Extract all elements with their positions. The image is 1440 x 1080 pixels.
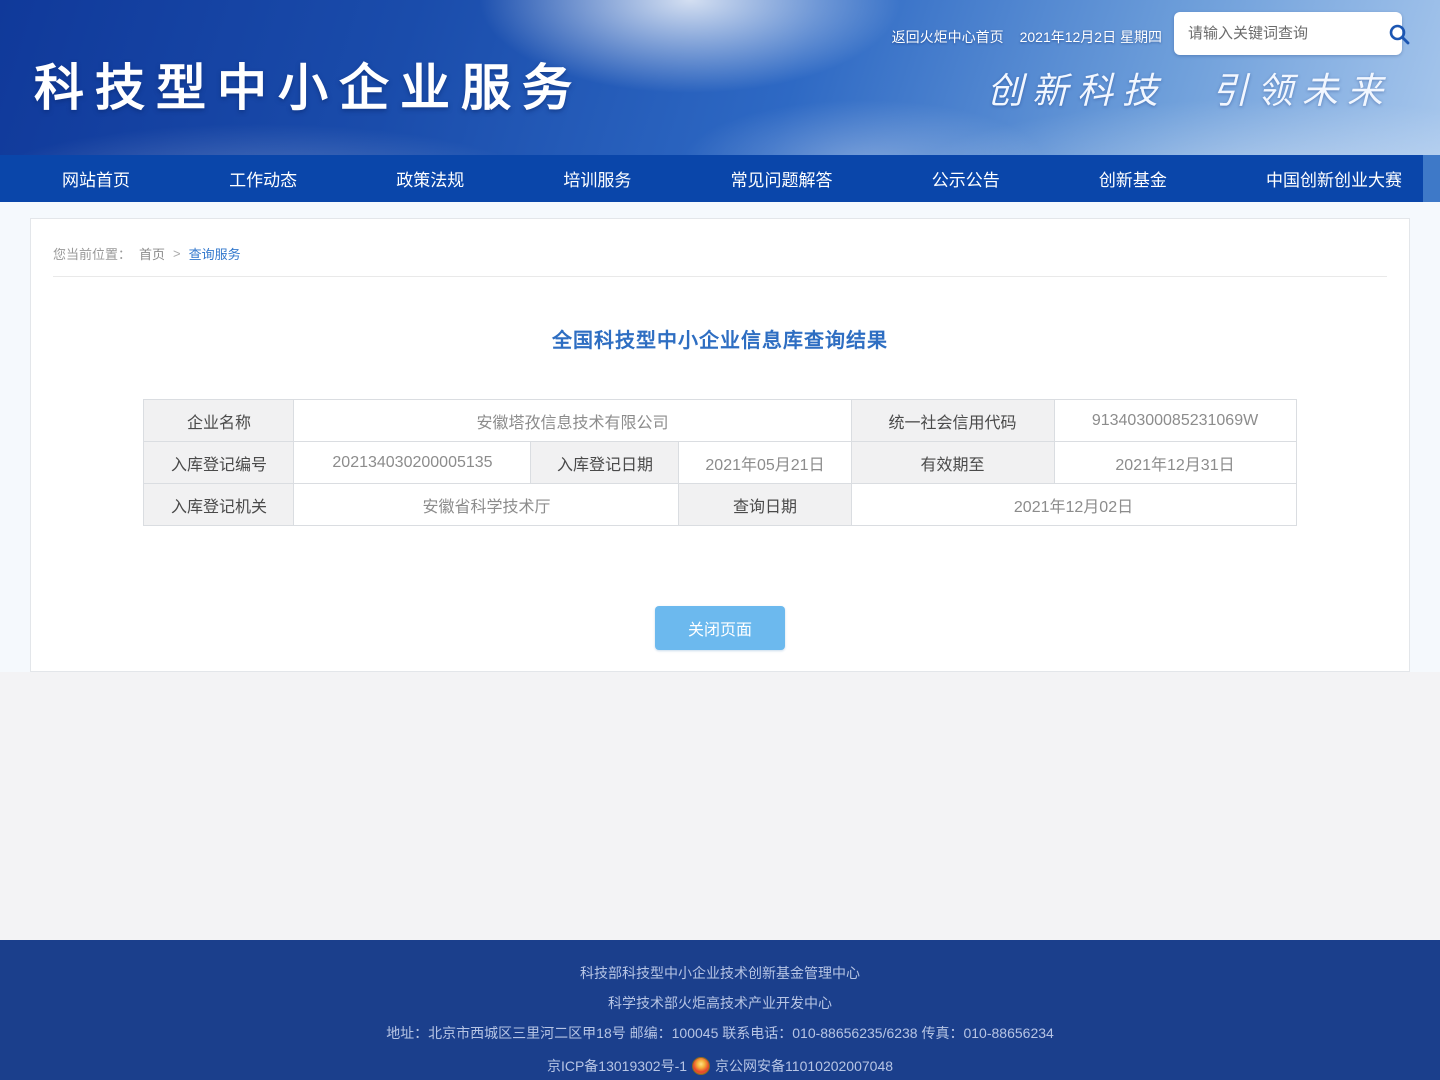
site-footer: 科技部科技型中小企业技术创新基金管理中心 科学技术部火炬高技术产业开发中心 地址…	[0, 940, 1440, 1080]
current-date-text: 2021年12月2日 星期四	[1020, 27, 1162, 47]
credit-code-label: 统一社会信用代码	[851, 400, 1054, 442]
police-badge-icon	[692, 1057, 710, 1075]
breadcrumb-separator: >	[173, 246, 181, 261]
nav-item-announcements[interactable]: 公示公告	[932, 166, 1000, 191]
icp-record-link[interactable]: 京ICP备13019302号-1	[547, 1056, 687, 1076]
breadcrumb-home-link[interactable]: 首页	[139, 244, 165, 263]
query-date-label: 查询日期	[679, 484, 851, 526]
site-slogan: 创新科技 引领未来	[987, 62, 1392, 114]
nav-item-policies[interactable]: 政策法规	[396, 166, 464, 191]
close-button-wrap: 关闭页面	[31, 606, 1409, 650]
valid-until-label: 有效期至	[851, 442, 1054, 484]
torch-center-home-link[interactable]: 返回火炬中心首页	[892, 27, 1004, 47]
page: 科技型中小企业服务 创新科技 引领未来 返回火炬中心首页 2021年12月2日 …	[0, 0, 1440, 1080]
result-table: 企业名称 安徽塔孜信息技术有限公司 统一社会信用代码 9134030008523…	[143, 399, 1296, 526]
table-row-authority: 入库登记机关 安徽省科学技术厅 查询日期 2021年12月02日	[144, 484, 1296, 526]
search-input[interactable]	[1188, 25, 1387, 42]
breadcrumb-prefix: 您当前位置：	[53, 244, 131, 263]
search-icon	[1387, 22, 1411, 46]
registration-authority-value: 安徽省科学技术厅	[294, 484, 679, 526]
search-button[interactable]	[1387, 20, 1411, 48]
company-name-label: 企业名称	[144, 400, 294, 442]
table-row-company: 企业名称 安徽塔孜信息技术有限公司 统一社会信用代码 9134030008523…	[144, 400, 1296, 442]
registration-date-label: 入库登记日期	[531, 442, 679, 484]
footer-org-line1: 科技部科技型中小企业技术创新基金管理中心	[0, 966, 1440, 980]
table-row-registration: 入库登记编号 202134030200005135 入库登记日期 2021年05…	[144, 442, 1296, 484]
nav-item-innovation-fund[interactable]: 创新基金	[1099, 166, 1167, 191]
footer-contact-line: 地址：北京市西城区三里河二区甲18号 邮编：100045 联系电话：010-88…	[0, 1026, 1440, 1040]
valid-until-value: 2021年12月31日	[1054, 442, 1296, 484]
page-body: 您当前位置： 首页 > 查询服务 全国科技型中小企业信息库查询结果 企业名称 安…	[0, 202, 1440, 940]
header-meta: 返回火炬中心首页 2021年12月2日 星期四	[892, 27, 1162, 47]
credit-code-value: 91340300085231069W	[1054, 400, 1296, 442]
nav-item-competition[interactable]: 中国创新创业大赛	[1266, 166, 1402, 191]
nav-item-faq[interactable]: 常见问题解答	[731, 166, 833, 191]
registration-number-label: 入库登记编号	[144, 442, 294, 484]
main-nav: 网站首页 工作动态 政策法规 培训服务 常见问题解答 公示公告 创新基金 中国创…	[0, 155, 1440, 202]
nav-item-training[interactable]: 培训服务	[563, 166, 631, 191]
registration-authority-label: 入库登记机关	[144, 484, 294, 526]
breadcrumb: 您当前位置： 首页 > 查询服务	[53, 219, 1387, 277]
nav-item-home[interactable]: 网站首页	[62, 166, 130, 191]
company-name-value: 安徽塔孜信息技术有限公司	[294, 400, 851, 442]
site-header: 科技型中小企业服务 创新科技 引领未来 返回火炬中心首页 2021年12月2日 …	[0, 0, 1440, 155]
nav-item-work-news[interactable]: 工作动态	[229, 166, 297, 191]
registration-number-value: 202134030200005135	[294, 442, 531, 484]
search-box	[1174, 12, 1402, 55]
result-title: 全国科技型中小企业信息库查询结果	[31, 324, 1409, 353]
breadcrumb-current-link[interactable]: 查询服务	[189, 244, 241, 263]
query-date-value: 2021年12月02日	[851, 484, 1296, 526]
close-page-button[interactable]: 关闭页面	[655, 606, 785, 650]
security-record-link[interactable]: 京公网安备11010202007048	[715, 1056, 893, 1076]
site-title: 科技型中小企业服务	[34, 48, 583, 120]
footer-record-line: 京ICP备13019302号-1 京公网安备11010202007048	[0, 1056, 1440, 1076]
footer-org-line2: 科学技术部火炬高技术产业开发中心	[0, 996, 1440, 1010]
content-panel: 您当前位置： 首页 > 查询服务 全国科技型中小企业信息库查询结果 企业名称 安…	[30, 218, 1410, 672]
registration-date-value: 2021年05月21日	[679, 442, 851, 484]
